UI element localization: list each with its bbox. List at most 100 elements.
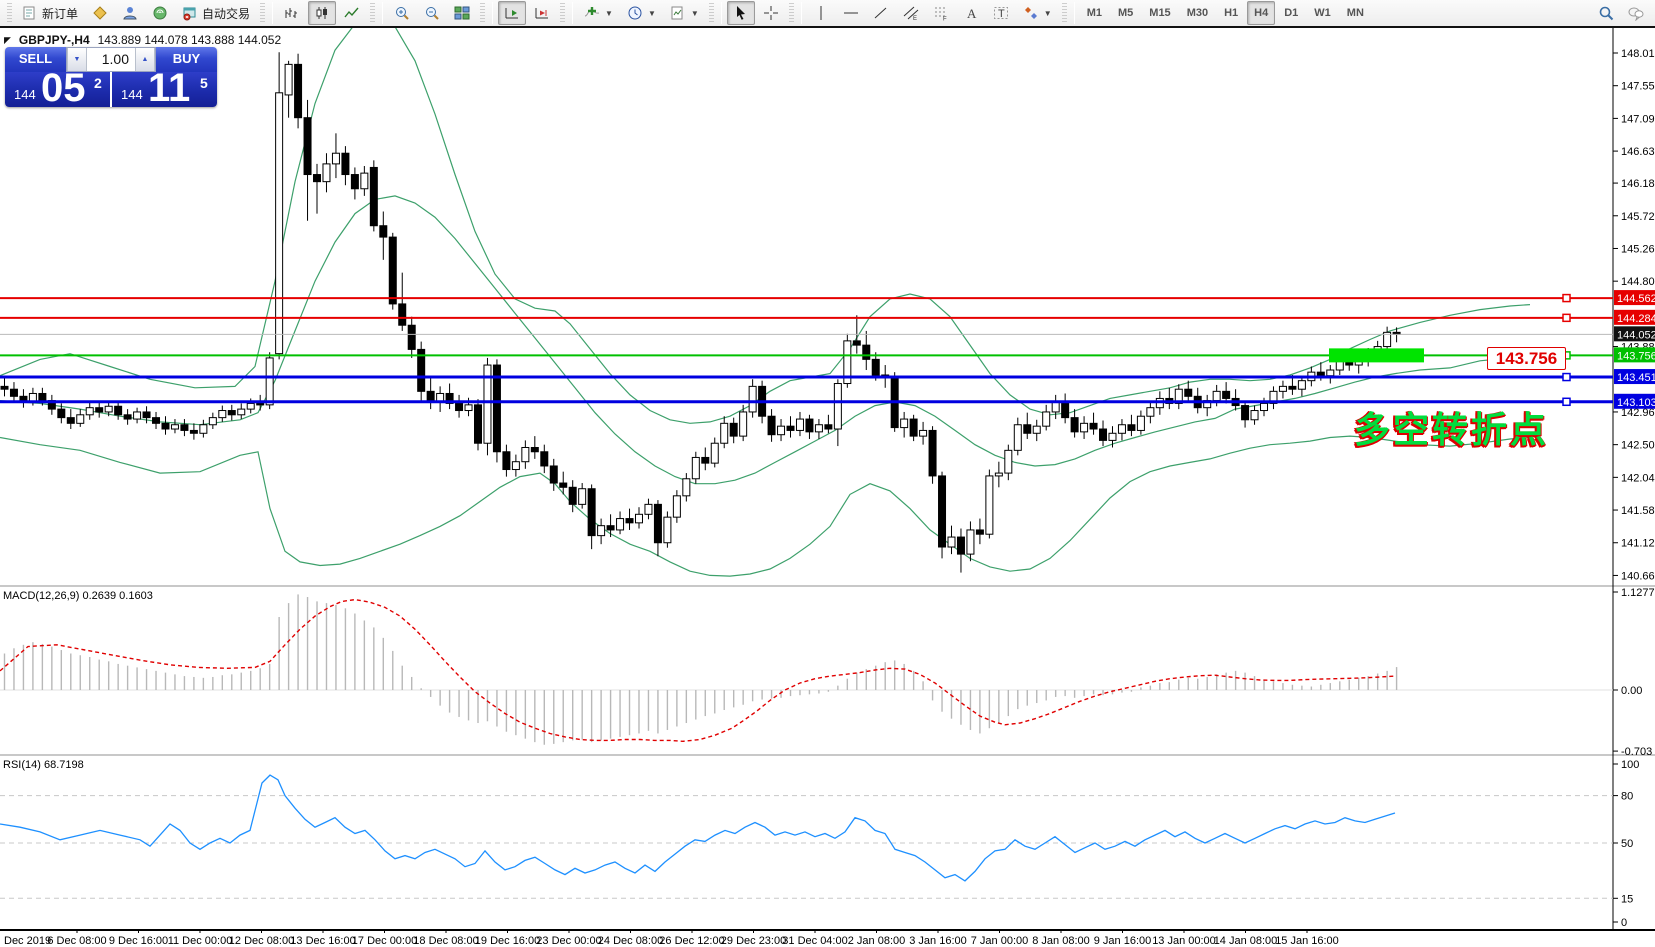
periods-button[interactable]: ▼ bbox=[621, 1, 662, 25]
chart-shift-button[interactable] bbox=[528, 1, 556, 25]
candle bbox=[228, 411, 235, 415]
zoom-out-button[interactable] bbox=[418, 1, 446, 25]
candle bbox=[834, 384, 841, 429]
auto-scroll-button[interactable] bbox=[498, 1, 526, 25]
macd-histogram bbox=[5, 594, 1397, 744]
crosshair-button[interactable] bbox=[757, 1, 785, 25]
market-prices-button[interactable] bbox=[86, 1, 114, 25]
price-axis[interactable]: 148.010147.550147.090146.630146.180145.7… bbox=[1613, 48, 1655, 582]
signals-button[interactable] bbox=[146, 1, 174, 25]
cursor-icon bbox=[733, 5, 749, 21]
tile-windows-button[interactable] bbox=[448, 1, 476, 25]
vertical-line-button[interactable] bbox=[807, 1, 835, 25]
price-tick-label: 144.800 bbox=[1621, 276, 1655, 288]
candle bbox=[86, 408, 93, 415]
candle bbox=[787, 426, 794, 430]
timeframe-m1-button[interactable]: M1 bbox=[1080, 1, 1109, 25]
timeframe-mn-button[interactable]: MN bbox=[1340, 1, 1371, 25]
ohlc-values: 143.889 144.078 143.888 144.052 bbox=[98, 33, 282, 47]
time-label: 12 Dec 08:00 bbox=[229, 935, 294, 947]
chart-canvas[interactable]: 148.010147.550147.090146.630146.180145.7… bbox=[0, 28, 1655, 947]
bollinger-bands bbox=[0, 28, 1530, 576]
candle bbox=[1005, 450, 1012, 473]
arrows-button[interactable]: ▼ bbox=[1017, 1, 1058, 25]
chat-button[interactable] bbox=[1622, 1, 1650, 25]
highlight-zone[interactable] bbox=[1329, 348, 1424, 362]
buy-price-prefix: 144 bbox=[121, 87, 143, 102]
new-order-button-label: 新订单 bbox=[42, 5, 78, 22]
textA-icon: A bbox=[963, 5, 979, 21]
search-button[interactable] bbox=[1592, 1, 1620, 25]
line-chart-button[interactable] bbox=[338, 1, 366, 25]
macd-tick-label: 0.00 bbox=[1621, 685, 1642, 697]
candle bbox=[702, 457, 709, 463]
profile-button[interactable] bbox=[116, 1, 144, 25]
candle bbox=[266, 358, 273, 405]
candle bbox=[10, 389, 17, 396]
fibonacci-button[interactable]: F bbox=[927, 1, 955, 25]
new-order-button[interactable]: 新订单 bbox=[16, 1, 84, 25]
bar-chart-button[interactable] bbox=[278, 1, 306, 25]
mt4-window: 新订单自动交易▼▼▼EFAT▼M1M5M15M30H1H4D1W1MN 148.… bbox=[0, 0, 1655, 947]
text-button[interactable]: A bbox=[957, 1, 985, 25]
timeframe-d1-button[interactable]: D1 bbox=[1277, 1, 1305, 25]
timeframe-w1-button[interactable]: W1 bbox=[1307, 1, 1338, 25]
macd-tick-label: 1.1277 bbox=[1621, 587, 1655, 599]
candle bbox=[948, 537, 955, 547]
candle bbox=[692, 457, 699, 478]
time-label: 3 Jan 16:00 bbox=[909, 935, 967, 947]
timeframe-m30-button[interactable]: M30 bbox=[1180, 1, 1215, 25]
timeframe-m5-button[interactable]: M5 bbox=[1111, 1, 1140, 25]
candle bbox=[986, 476, 993, 534]
time-label: 2 Jan 08:00 bbox=[848, 935, 906, 947]
candle bbox=[778, 426, 785, 435]
candle-chart-button[interactable] bbox=[308, 1, 336, 25]
time-axis[interactable]: Dec 20196 Dec 08:009 Dec 16:0011 Dec 00:… bbox=[4, 930, 1339, 947]
candle bbox=[1109, 433, 1116, 440]
candle bbox=[190, 430, 197, 433]
rsi-line bbox=[0, 775, 1395, 881]
candle bbox=[1251, 411, 1258, 420]
timeframe-m15-button[interactable]: M15 bbox=[1142, 1, 1177, 25]
candle bbox=[1100, 429, 1107, 440]
candle bbox=[323, 164, 330, 182]
chartshift-icon bbox=[534, 5, 550, 21]
autotrade-button[interactable]: 自动交易 bbox=[176, 1, 256, 25]
candle bbox=[408, 325, 415, 349]
timeframe-h1-button[interactable]: H1 bbox=[1217, 1, 1245, 25]
rsi-tick-label: 100 bbox=[1621, 759, 1639, 771]
sell-price[interactable]: 144 05 2 bbox=[5, 72, 110, 107]
chart-window[interactable]: 148.010147.550147.090146.630146.180145.7… bbox=[0, 28, 1655, 947]
horizontal-line-button[interactable] bbox=[837, 1, 865, 25]
rsi-level-lines bbox=[0, 796, 1613, 899]
candle bbox=[1298, 381, 1305, 390]
price-tick-label: 141.120 bbox=[1621, 538, 1655, 550]
rsi-axis[interactable]: 1008050150 bbox=[1613, 759, 1639, 929]
candle bbox=[531, 447, 538, 451]
channel-button[interactable]: E bbox=[897, 1, 925, 25]
toolbar-separator bbox=[572, 2, 573, 24]
rsi-tick-label: 0 bbox=[1621, 917, 1627, 929]
candle bbox=[143, 412, 150, 418]
price-tick-label: 146.180 bbox=[1621, 178, 1655, 190]
candle bbox=[247, 403, 254, 409]
toolbar-separator bbox=[382, 2, 383, 24]
cursor-button[interactable] bbox=[727, 1, 755, 25]
timeframe-h4-button[interactable]: H4 bbox=[1247, 1, 1275, 25]
buy-price[interactable]: 144 11 5 bbox=[112, 72, 217, 107]
templates-button[interactable]: ▼ bbox=[664, 1, 705, 25]
candle bbox=[522, 447, 529, 461]
macd-axis[interactable]: 1.12770.00-0.703 bbox=[1613, 587, 1655, 758]
rsi-tick-label: 15 bbox=[1621, 893, 1633, 905]
candle bbox=[351, 175, 358, 189]
bollinger-middle-band bbox=[0, 196, 1530, 484]
svg-text:F: F bbox=[943, 17, 947, 22]
zoom-in-button[interactable] bbox=[388, 1, 416, 25]
candle bbox=[560, 483, 567, 487]
price-callout[interactable]: 143.756 bbox=[1487, 347, 1566, 370]
indicators-button[interactable]: ▼ bbox=[578, 1, 619, 25]
candle bbox=[162, 423, 169, 429]
text-label-button[interactable]: T bbox=[987, 1, 1015, 25]
trendline-button[interactable] bbox=[867, 1, 895, 25]
volume-input[interactable]: 1.00 bbox=[87, 48, 135, 71]
